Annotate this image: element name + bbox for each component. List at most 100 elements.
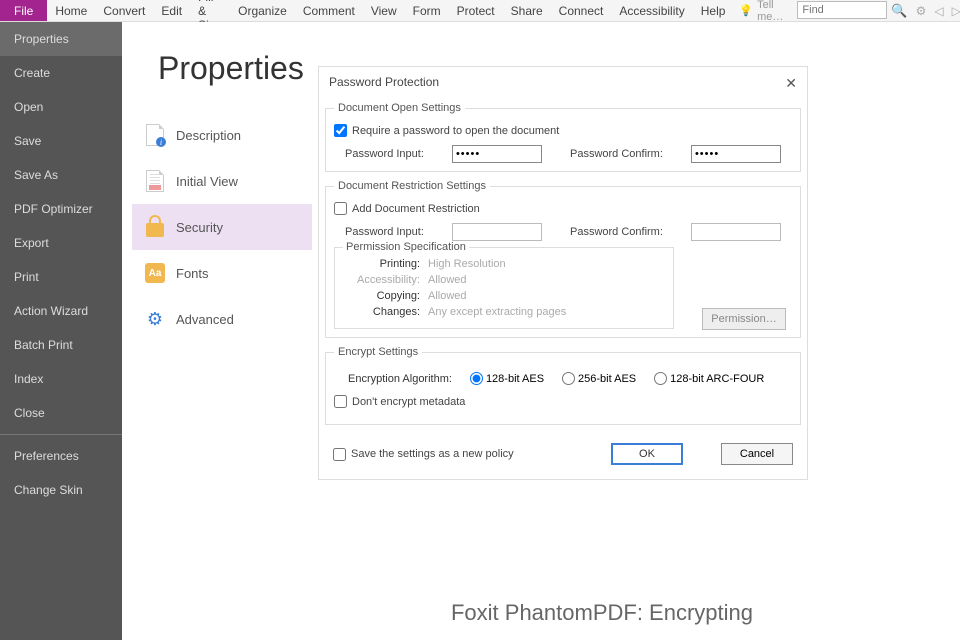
doc-info-icon: i (144, 122, 166, 148)
menu-fill-sign[interactable]: Fill & Sign (190, 0, 230, 21)
property-tabs: i Description Initial View Security Aa F… (132, 112, 312, 342)
restrict-pw-input-label: Password Input: (345, 226, 424, 238)
menu-share[interactable]: Share (503, 0, 551, 21)
perm-changes-label: Changes: (343, 306, 428, 318)
menu-convert[interactable]: Convert (95, 0, 153, 21)
require-password-label: Require a password to open the document (352, 125, 559, 137)
restriction-legend: Document Restriction Settings (334, 180, 490, 192)
sidebar-item-save-as[interactable]: Save As (0, 158, 122, 192)
tell-me-box[interactable]: 💡Tell me… (733, 0, 789, 21)
sidebar-item-batch-print[interactable]: Batch Print (0, 328, 122, 362)
dialog-footer: Save the settings as a new policy OK Can… (319, 433, 807, 479)
algo-128-arcfour[interactable]: 128-bit ARC-FOUR (654, 372, 764, 385)
permission-legend: Permission Specification (343, 241, 469, 253)
perm-copying-value: Allowed (428, 290, 467, 302)
sidebar-item-preferences[interactable]: Preferences (0, 439, 122, 473)
menu-edit[interactable]: Edit (153, 0, 190, 21)
nav-next-icon[interactable]: ▷ (948, 4, 960, 18)
perm-changes-value: Any except extracting pages (428, 306, 566, 318)
open-password-confirm[interactable] (691, 145, 781, 163)
search-icon[interactable]: 🔍 (887, 0, 911, 21)
algo-256-aes[interactable]: 256-bit AES (562, 372, 636, 385)
sidebar: Properties Create Open Save Save As PDF … (0, 22, 122, 640)
menu-file[interactable]: File (0, 0, 47, 21)
tab-security[interactable]: Security (132, 204, 312, 250)
password-protection-dialog: Password Protection ✕ Document Open Sett… (318, 66, 808, 480)
permission-spec-box: Permission Specification Printing:High R… (334, 247, 674, 329)
sidebar-item-properties[interactable]: Properties (0, 22, 122, 56)
menu-organize[interactable]: Organize (230, 0, 295, 21)
restriction-group: Document Restriction Settings Add Docume… (325, 180, 801, 338)
toolbar-right: ⚙ ◁ ▷ ⟳ 👤 ▾ ^ (912, 0, 960, 21)
perm-printing-value: High Resolution (428, 258, 506, 270)
menu-connect[interactable]: Connect (551, 0, 612, 21)
perm-printing-label: Printing: (343, 258, 428, 270)
font-icon: Aa (144, 260, 166, 286)
open-settings-legend: Document Open Settings (334, 102, 465, 114)
menu-home[interactable]: Home (47, 0, 95, 21)
close-icon[interactable]: ✕ (785, 75, 797, 92)
pw-confirm-label: Password Confirm: (570, 148, 663, 160)
lock-icon (144, 214, 166, 240)
sidebar-divider (0, 434, 122, 435)
encrypt-legend: Encrypt Settings (334, 346, 422, 358)
menu-help[interactable]: Help (693, 0, 734, 21)
perm-accessibility-value: Allowed (428, 274, 467, 286)
sidebar-item-index[interactable]: Index (0, 362, 122, 396)
menu-accessibility[interactable]: Accessibility (611, 0, 692, 21)
save-policy-label: Save the settings as a new policy (351, 448, 514, 460)
sidebar-item-open[interactable]: Open (0, 90, 122, 124)
algo-128-aes[interactable]: 128-bit AES (470, 372, 544, 385)
no-encrypt-metadata-checkbox[interactable] (334, 395, 347, 408)
dialog-title: Password Protection (329, 75, 439, 92)
require-password-checkbox[interactable] (334, 124, 347, 137)
bulb-icon: 💡 (739, 4, 753, 17)
tab-advanced[interactable]: ⚙ Advanced (132, 296, 312, 342)
tab-label: Description (176, 128, 241, 143)
menubar: File Home Convert Edit Fill & Sign Organ… (0, 0, 960, 22)
tab-label: Security (176, 220, 223, 235)
add-restriction-checkbox[interactable] (334, 202, 347, 215)
ok-button[interactable]: OK (611, 443, 683, 465)
sidebar-item-close[interactable]: Close (0, 396, 122, 430)
main: Properties i Description Initial View Se… (122, 22, 960, 640)
open-settings-group: Document Open Settings Require a passwor… (325, 102, 801, 172)
sidebar-item-action-wizard[interactable]: Action Wizard (0, 294, 122, 328)
no-encrypt-metadata-label: Don't encrypt metadata (352, 396, 465, 408)
encrypt-group: Encrypt Settings Encryption Algorithm: 1… (325, 346, 801, 425)
tab-label: Fonts (176, 266, 209, 281)
tab-label: Initial View (176, 174, 238, 189)
gear-icon[interactable]: ⚙ (912, 4, 931, 18)
open-password-input[interactable] (452, 145, 542, 163)
dialog-titlebar: Password Protection ✕ (319, 67, 807, 100)
tab-description[interactable]: i Description (132, 112, 312, 158)
restrict-pw-confirm-label: Password Confirm: (570, 226, 663, 238)
tab-fonts[interactable]: Aa Fonts (132, 250, 312, 296)
pw-input-label: Password Input: (345, 148, 424, 160)
menu-comment[interactable]: Comment (295, 0, 363, 21)
find-input[interactable] (797, 1, 887, 19)
gear-icon: ⚙ (144, 306, 166, 332)
menu-form[interactable]: Form (405, 0, 449, 21)
menu-protect[interactable]: Protect (449, 0, 503, 21)
permission-button[interactable]: Permission… (702, 308, 786, 330)
save-policy-checkbox[interactable] (333, 448, 346, 461)
nav-prev-icon[interactable]: ◁ (930, 4, 947, 18)
restrict-password-input[interactable] (452, 223, 542, 241)
sidebar-item-pdf-optimizer[interactable]: PDF Optimizer (0, 192, 122, 226)
tab-initial-view[interactable]: Initial View (132, 158, 312, 204)
restrict-password-confirm[interactable] (691, 223, 781, 241)
sidebar-item-export[interactable]: Export (0, 226, 122, 260)
sidebar-item-print[interactable]: Print (0, 260, 122, 294)
page-caption: Foxit PhantomPDF: Encrypting (244, 600, 960, 626)
sidebar-item-create[interactable]: Create (0, 56, 122, 90)
perm-accessibility-label: Accessibility: (343, 274, 428, 286)
cancel-button[interactable]: Cancel (721, 443, 793, 465)
tab-label: Advanced (176, 312, 234, 327)
add-restriction-label: Add Document Restriction (352, 203, 480, 215)
doc-view-icon (144, 168, 166, 194)
perm-copying-label: Copying: (343, 290, 428, 302)
sidebar-item-change-skin[interactable]: Change Skin (0, 473, 122, 507)
menu-view[interactable]: View (363, 0, 405, 21)
sidebar-item-save[interactable]: Save (0, 124, 122, 158)
